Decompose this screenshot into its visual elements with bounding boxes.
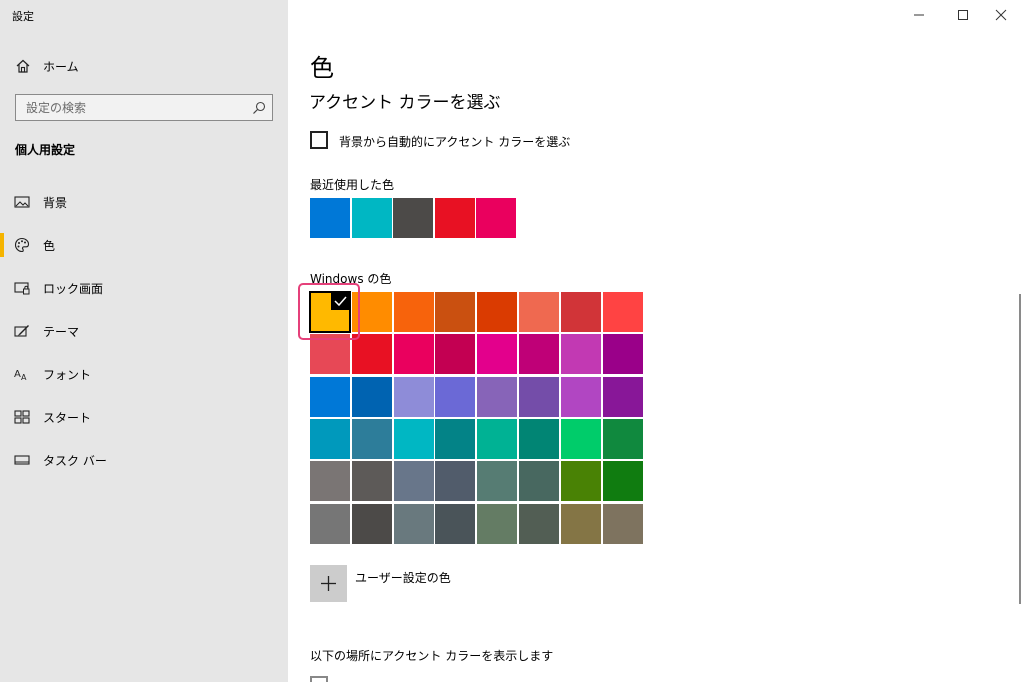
windows-color-swatch[interactable] [519,503,559,544]
windows-color-swatch[interactable] [393,334,434,375]
windows-color-swatch[interactable] [560,376,601,417]
sidebar-item-lock-screen[interactable]: ロック画面 [0,270,288,306]
recent-color-swatch[interactable] [393,198,433,238]
recent-colors-label: 最近使用した色 [310,178,395,192]
windows-color-swatch[interactable] [351,461,392,502]
windows-color-swatch[interactable] [519,376,559,417]
sidebar-item-home[interactable]: ホーム [0,52,288,80]
windows-color-swatch[interactable] [351,334,392,375]
svg-text:A: A [14,369,21,380]
windows-color-swatch[interactable] [602,292,643,332]
windows-color-swatch[interactable] [477,503,518,544]
windows-color-swatch[interactable] [560,461,601,502]
sidebar-item-label: ロック画面 [43,282,104,296]
search-box [15,94,273,121]
search-input[interactable] [16,95,246,120]
search-icon[interactable] [252,100,266,114]
sidebar-item-fonts[interactable]: AA フォント [0,356,288,392]
windows-color-swatch[interactable] [435,376,476,417]
show-accent-label: 以下の場所にアクセント カラーを表示します [310,649,554,663]
theme-icon [14,323,30,339]
windows-color-swatch[interactable] [393,418,434,459]
settings-window: 設定 ホーム 個人用設定 背景 色 [0,0,1024,682]
windows-color-swatch[interactable] [310,334,350,375]
recent-color-swatch[interactable] [351,198,392,238]
sidebar-item-colors[interactable]: 色 [0,227,288,263]
windows-color-swatch[interactable] [393,292,434,332]
section-title: 個人用設定 [15,143,76,157]
sidebar-item-label: 色 [43,239,56,253]
page-title: 色 [310,54,334,82]
sidebar-item-label: フォント [43,368,92,382]
windows-color-swatch[interactable] [351,503,392,544]
sidebar-item-label: タスク バー [43,454,107,468]
image-icon [14,194,30,210]
windows-color-swatch[interactable] [435,461,476,502]
windows-color-swatch[interactable] [477,418,518,459]
taskbar-icon [14,452,30,468]
svg-text:A: A [21,373,27,382]
sidebar-item-taskbar[interactable]: タスク バー [0,442,288,478]
windows-color-swatch[interactable] [351,376,392,417]
windows-color-swatch[interactable] [519,292,559,332]
sidebar-item-themes[interactable]: テーマ [0,313,288,349]
windows-color-swatch[interactable] [310,503,350,544]
windows-color-swatch[interactable] [602,461,643,502]
accent-surface-checkbox[interactable] [310,676,328,682]
windows-color-swatch[interactable] [310,461,350,502]
section-heading: アクセント カラーを選ぶ [309,93,501,113]
windows-color-swatch[interactable] [435,503,476,544]
windows-color-swatch[interactable] [602,503,643,544]
sidebar-item-start[interactable]: スタート [0,399,288,435]
auto-accent-checkbox[interactable] [310,131,328,149]
windows-colors-label: Windows の色 [310,272,392,286]
windows-color-swatch[interactable] [602,418,643,459]
recent-color-swatch[interactable] [476,198,516,238]
windows-color-swatch[interactable] [560,292,601,332]
app-title: 設定 [12,10,34,23]
scrollbar[interactable] [1019,294,1021,604]
palette-icon [14,237,30,253]
lock-screen-icon [14,280,30,296]
windows-color-swatch[interactable] [351,418,392,459]
windows-color-swatch[interactable] [602,334,643,375]
plus-icon [321,576,336,591]
windows-color-swatch[interactable] [477,292,518,332]
windows-color-swatch[interactable] [393,461,434,502]
sidebar-item-label: テーマ [43,325,80,339]
start-icon [14,409,30,425]
recent-color-swatch[interactable] [310,198,350,238]
windows-color-swatch[interactable] [310,418,350,459]
sidebar: 設定 ホーム 個人用設定 背景 色 [0,0,288,682]
windows-color-swatch[interactable] [519,334,559,375]
windows-color-swatch[interactable] [519,461,559,502]
sidebar-item-label: スタート [43,411,92,425]
windows-color-swatch[interactable] [435,418,476,459]
windows-color-swatch[interactable] [393,503,434,544]
windows-color-swatch[interactable] [435,292,476,332]
recent-color-swatch[interactable] [434,198,475,238]
windows-color-swatch[interactable] [477,461,518,502]
windows-color-swatch[interactable] [560,418,601,459]
font-icon: AA [14,366,30,382]
windows-color-swatch[interactable] [519,418,559,459]
windows-color-swatch[interactable] [560,334,601,375]
selection-indicator [0,233,4,257]
windows-color-swatch[interactable] [477,376,518,417]
windows-color-swatch[interactable] [310,376,350,417]
windows-color-swatch[interactable] [477,334,518,375]
sidebar-item-label: ホーム [43,60,79,74]
windows-color-swatch[interactable] [393,376,434,417]
windows-color-swatch[interactable] [435,334,476,375]
check-icon [331,292,350,310]
sidebar-item-background[interactable]: 背景 [0,184,288,220]
add-custom-color-button[interactable] [310,565,347,602]
windows-color-swatch[interactable] [560,503,601,544]
windows-color-swatch[interactable] [602,376,643,417]
custom-color-label: ユーザー設定の色 [355,571,451,585]
sidebar-item-label: 背景 [43,196,68,210]
auto-accent-checkbox-label: 背景から自動的にアクセント カラーを選ぶ [339,135,571,149]
home-icon [15,58,31,74]
windows-color-swatch[interactable] [351,292,392,332]
